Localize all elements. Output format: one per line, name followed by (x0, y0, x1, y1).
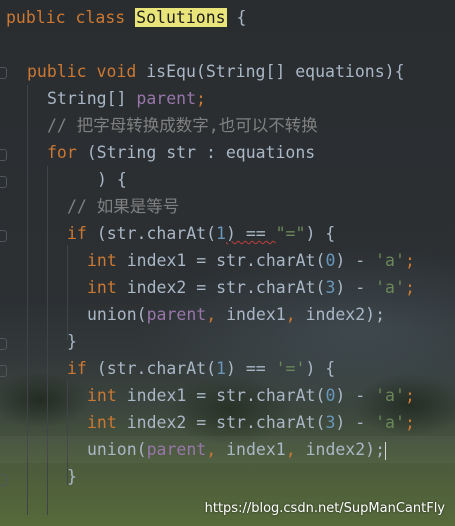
keyword: public (27, 62, 87, 81)
comma: , (285, 440, 296, 459)
code-line-index1: int index1 = str.charAt(0) - 'a'; (87, 247, 415, 274)
code-text: index1 = str.charAt( (116, 251, 326, 270)
code-line-union: union(parent, index1, index2); (87, 301, 385, 328)
code-line-if-2: if (str.charAt(1) == '=') { (67, 355, 335, 382)
semicolon: ; (404, 278, 415, 297)
number-literal: 0 (325, 251, 336, 270)
code-line-for: for (String str : equations (47, 139, 315, 166)
code-text: index2 = str.charAt( (116, 278, 326, 297)
comma: , (206, 440, 217, 459)
code-comment: // 把字母转换成数字,也可以不转换 (47, 116, 318, 135)
code-text: index1 (216, 305, 286, 324)
code-text: union( (87, 305, 147, 324)
watermark: https://blog.csdn.net/SupManCantFly (204, 501, 445, 516)
code-line-close-brace: } (67, 332, 77, 351)
code-line-method-decl: public void isEqu(String[] equations){ (27, 58, 405, 85)
code-text: index2 = str.charAt( (116, 413, 326, 432)
keyword: public (6, 8, 66, 27)
code-text: index1 = str.charAt( (116, 386, 326, 405)
keyword: for (47, 143, 77, 162)
char-literal: 'a' (375, 251, 405, 270)
code-text: ) == (225, 359, 276, 378)
char-literal: 'a' (375, 386, 405, 405)
code-text: index1 (216, 440, 286, 459)
code-line-if-1: if (str.charAt(1) == "=") { (67, 220, 335, 247)
number-literal: 0 (325, 386, 336, 405)
comma: , (285, 305, 296, 324)
code-line-index1: int index1 = str.charAt(0) - 'a'; (87, 382, 415, 409)
code-text: ) - (335, 251, 376, 270)
semicolon: ; (404, 386, 415, 405)
method-params: (String[] equations) (195, 62, 395, 81)
keyword: if (67, 359, 87, 378)
fold-icon[interactable] (0, 338, 7, 350)
code-text: (str.charAt( (86, 359, 217, 378)
semicolon: ; (404, 413, 415, 432)
code-line-close-brace: } (67, 467, 77, 486)
comma: , (206, 305, 217, 324)
semicolon: ; (404, 251, 415, 270)
keyword: void (96, 62, 137, 81)
code-line-index2: int index2 = str.charAt(3) - 'a'; (87, 409, 415, 436)
fold-icon[interactable] (0, 365, 7, 377)
fold-icon[interactable] (0, 474, 7, 486)
code-text: ) - (335, 386, 376, 405)
code-text: union( (87, 440, 147, 459)
code-text: ) { (305, 224, 336, 243)
code-text: ) - (335, 278, 376, 297)
brace: { (236, 8, 247, 27)
number-literal: 1 (216, 224, 226, 243)
text-cursor (385, 441, 387, 460)
field-name[interactable]: parent (147, 440, 207, 459)
code-text: index2); (295, 305, 386, 324)
code-text-warning[interactable]: ) == (226, 224, 276, 243)
code-line-index2: int index2 = str.charAt(3) - 'a'; (87, 274, 415, 301)
fold-icon[interactable] (0, 149, 7, 161)
method-name[interactable]: isEqu (146, 62, 196, 81)
code-text: (String str : equations (76, 143, 316, 162)
code-text: index2); (295, 440, 386, 459)
number-literal: 3 (325, 278, 336, 297)
code-text: (str.charAt( (86, 224, 217, 243)
char-literal: 'a' (375, 413, 405, 432)
code-text: ) - (335, 413, 376, 432)
number-literal: 1 (216, 359, 226, 378)
field-name[interactable]: parent (136, 89, 196, 108)
code-line-for-close: ) { (97, 170, 127, 189)
code-line-union: union(parent, index1, index2); (87, 436, 387, 463)
keyword: int (87, 251, 117, 270)
fold-icon[interactable] (0, 230, 7, 242)
class-name-highlighted[interactable]: Solutions (135, 8, 227, 27)
fold-icon[interactable] (0, 176, 7, 188)
char-literal: 'a' (375, 278, 405, 297)
string-literal: "=" (275, 224, 306, 243)
semicolon: ; (196, 89, 206, 108)
brace: { (394, 62, 405, 81)
keyword: if (67, 224, 87, 243)
code-comment: // 如果是等号 (67, 197, 180, 216)
keyword: int (87, 278, 117, 297)
field-name[interactable]: parent (147, 305, 207, 324)
code-line-class-decl: public class Solutions { (6, 4, 246, 31)
char-literal: '=' (275, 359, 306, 378)
indent-guide (67, 245, 68, 340)
fold-icon[interactable] (0, 67, 7, 79)
code-text: ) { (305, 359, 336, 378)
keyword: int (87, 413, 117, 432)
type-name: String[] (47, 89, 127, 108)
keyword: int (87, 386, 117, 405)
keyword: class (75, 8, 126, 27)
code-line-field-decl: String[] parent; (47, 85, 206, 112)
number-literal: 3 (325, 413, 336, 432)
